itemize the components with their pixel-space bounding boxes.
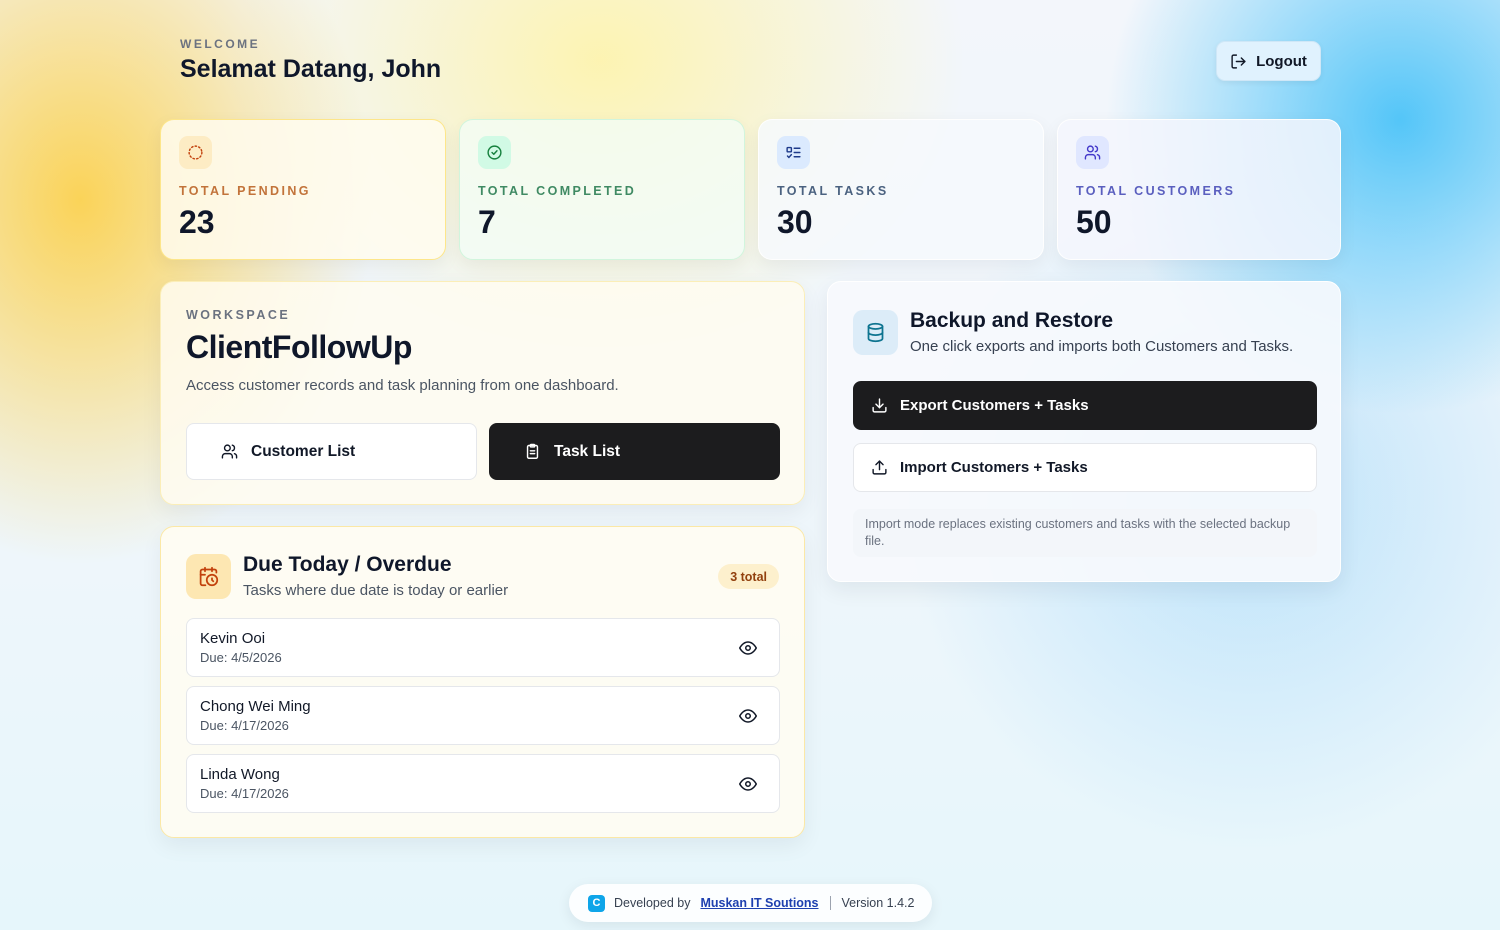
workspace-description: Access customer records and task plannin… bbox=[186, 377, 619, 394]
task-list-label: Task List bbox=[554, 442, 621, 460]
footer: C Developed by Muskan IT Soutions Versio… bbox=[569, 884, 932, 922]
task-list-icon bbox=[777, 136, 810, 169]
customer-list-button[interactable]: Customer List bbox=[186, 423, 477, 480]
company-link[interactable]: Muskan IT Soutions bbox=[700, 896, 818, 910]
users-icon bbox=[221, 444, 238, 459]
customer-name: Linda Wong bbox=[200, 766, 280, 783]
list-item: Chong Wei Ming Due: 4/17/2026 bbox=[186, 686, 780, 745]
stat-label: TOTAL COMPLETED bbox=[478, 184, 637, 198]
backup-title: Backup and Restore bbox=[910, 309, 1114, 332]
stat-value: 30 bbox=[777, 204, 813, 240]
customer-list-label: Customer List bbox=[251, 442, 356, 460]
import-note: Import mode replaces existing customers … bbox=[853, 509, 1317, 557]
backup-subtitle: One click exports and imports both Custo… bbox=[910, 338, 1294, 355]
task-list-button[interactable]: Task List bbox=[489, 423, 780, 480]
logout-icon bbox=[1231, 53, 1246, 69]
customer-name: Kevin Ooi bbox=[200, 630, 266, 647]
export-button[interactable]: Export Customers + Tasks bbox=[853, 381, 1317, 430]
due-subtitle: Tasks where due date is today or earlier bbox=[243, 582, 509, 599]
check-circle-icon bbox=[478, 136, 511, 169]
export-label: Export Customers + Tasks bbox=[900, 397, 1089, 414]
view-icon[interactable] bbox=[737, 637, 759, 659]
due-today-card: Due Today / Overdue Tasks where due date… bbox=[160, 526, 805, 838]
customer-name: Chong Wei Ming bbox=[200, 698, 311, 715]
stat-card-tasks: TOTAL TASKS 30 bbox=[758, 119, 1044, 260]
company-logo-icon: C bbox=[588, 894, 605, 912]
users-icon bbox=[1076, 136, 1109, 169]
calendar-clock-icon bbox=[186, 554, 231, 599]
list-item: Linda Wong Due: 4/17/2026 bbox=[186, 754, 780, 813]
view-icon[interactable] bbox=[737, 773, 759, 795]
workspace-label: WORKSPACE bbox=[186, 308, 291, 322]
stat-label: TOTAL PENDING bbox=[179, 184, 311, 198]
loader-icon bbox=[179, 136, 212, 169]
divider bbox=[829, 896, 831, 910]
due-date: Due: 4/17/2026 bbox=[200, 718, 289, 733]
stat-label: TOTAL TASKS bbox=[777, 184, 889, 198]
logout-button[interactable]: Logout bbox=[1216, 41, 1321, 81]
backup-restore-card: Backup and Restore One click exports and… bbox=[827, 281, 1341, 582]
stat-label: TOTAL CUSTOMERS bbox=[1076, 184, 1236, 198]
welcome-label: WELCOME bbox=[180, 37, 261, 51]
due-date: Due: 4/5/2026 bbox=[200, 650, 282, 665]
view-icon[interactable] bbox=[737, 705, 759, 727]
page-title: Selamat Datang, John bbox=[180, 55, 442, 83]
stat-value: 7 bbox=[478, 204, 496, 240]
due-title: Due Today / Overdue bbox=[243, 553, 452, 576]
workspace-card: WORKSPACE ClientFollowUp Access customer… bbox=[160, 281, 805, 505]
clipboard-list-icon bbox=[526, 443, 539, 459]
workspace-title: ClientFollowUp bbox=[186, 329, 412, 365]
upload-icon bbox=[872, 460, 887, 475]
stat-value: 23 bbox=[179, 204, 215, 240]
version-label: Version 1.4.2 bbox=[841, 896, 915, 910]
stat-card-customers: TOTAL CUSTOMERS 50 bbox=[1057, 119, 1341, 260]
list-item: Kevin Ooi Due: 4/5/2026 bbox=[186, 618, 780, 677]
stat-value: 50 bbox=[1076, 204, 1112, 240]
due-list: Kevin Ooi Due: 4/5/2026 Chong Wei Ming D… bbox=[186, 618, 780, 822]
import-label: Import Customers + Tasks bbox=[900, 459, 1088, 476]
due-date: Due: 4/17/2026 bbox=[200, 786, 289, 801]
stat-card-completed: TOTAL COMPLETED 7 bbox=[459, 119, 745, 260]
download-icon bbox=[872, 398, 887, 413]
import-button[interactable]: Import Customers + Tasks bbox=[853, 443, 1317, 492]
stat-card-pending: TOTAL PENDING 23 bbox=[160, 119, 446, 260]
database-icon bbox=[853, 310, 898, 355]
developed-by-label: Developed by bbox=[614, 896, 691, 910]
page-header: WELCOME Selamat Datang, John bbox=[180, 37, 441, 84]
logout-label: Logout bbox=[1256, 52, 1307, 70]
count-badge: 3 total bbox=[718, 564, 779, 589]
